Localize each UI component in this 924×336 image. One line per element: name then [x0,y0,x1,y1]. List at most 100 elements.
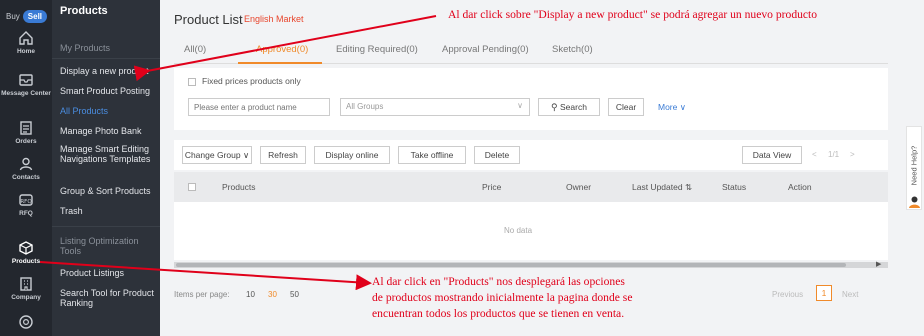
orders-icon [20,121,32,135]
fixed-price-label: Fixed prices products only [202,76,301,86]
rail-label-rfq: RFQ [19,210,33,217]
next-page-icon[interactable]: > [850,150,855,159]
data-view-button[interactable]: Data View [742,146,802,164]
tab-approval-pending[interactable]: Approval Pending(0) [442,44,529,55]
rail-item-contacts[interactable]: Contacts [0,156,52,181]
column-owner: Owner [566,182,592,192]
submenu-manage-photo-bank[interactable]: Manage Photo Bank [60,126,156,136]
message-icon [19,74,33,86]
company-icon [20,277,32,291]
support-agent-icon [909,196,920,208]
submenu-all-products[interactable]: All Products [60,106,156,116]
groups-select[interactable]: All Groups ∨ [340,98,530,116]
per-page-option-10[interactable]: 10 [246,290,255,299]
filter-panel: Fixed prices products only All Groups ∨ … [174,68,888,130]
column-price: Price [482,182,502,192]
submenu-smart-product-posting[interactable]: Smart Product Posting [60,86,156,96]
annotation-products-line-1: Al dar click en "Products" nos desplegar… [372,275,625,288]
submenu-divider [52,58,160,59]
change-group-button[interactable]: Change Group ∨ [182,146,252,164]
table-body: No data [174,202,888,260]
last-updated-label: Last Updated [632,182,683,192]
submenu-search-tool-ranking[interactable]: Search Tool for Product Ranking [60,288,156,308]
buy-label[interactable]: Buy [6,12,20,21]
column-last-updated[interactable]: Last Updated ⇅ [632,182,692,193]
icon-rail: Buy Sell Home Message Center Orders Cont… [0,0,52,336]
next-page-button[interactable]: Next [842,290,858,299]
more-filters-link[interactable]: More ∨ [658,102,686,113]
tab-sketch[interactable]: Sketch(0) [552,44,593,55]
refresh-button[interactable]: Refresh [260,146,306,164]
submenu-my-products[interactable]: My Products [60,43,156,53]
products-icon [19,241,33,255]
fixed-price-checkbox[interactable] [188,78,196,86]
table-header: Products Price Owner Last Updated ⇅ Stat… [174,172,888,202]
submenu-product-listings[interactable]: Product Listings [60,268,156,278]
sort-icon: ⇅ [684,182,693,192]
prev-page-icon[interactable]: < [812,150,817,159]
contacts-icon [19,157,33,171]
search-icon: ⚲ [551,102,558,112]
annotation-products-line-3: encuentran todos los productos que se ti… [372,307,625,320]
per-page-option-30[interactable]: 30 [268,290,277,299]
tab-approved[interactable]: Approved(0) [256,44,308,55]
buy-sell-switch[interactable]: Buy Sell [6,10,48,23]
chevron-down-icon: ∨ [679,102,686,112]
column-products: Products [222,182,256,192]
scroll-right-icon[interactable]: ▶ [876,260,881,268]
annotation-products-line-2: de productos mostrando inicialmente la p… [372,291,633,304]
product-name-input[interactable] [188,98,330,116]
rail-label-orders: Orders [15,138,37,145]
tab-editing-required[interactable]: Editing Required(0) [336,44,418,55]
rail-item-products[interactable]: Products [0,240,52,265]
display-online-button[interactable]: Display online [314,146,390,164]
rail-item-message-center[interactable]: Message Center [0,72,52,97]
items-per-page-label: Items per page: [174,290,230,299]
previous-page-button[interactable]: Previous [772,290,803,299]
select-all-checkbox[interactable] [188,183,196,191]
need-help-tab[interactable]: Need Help? [906,126,922,210]
rail-item-orders[interactable]: Orders [0,120,52,145]
chevron-down-icon: ∨ [242,150,250,160]
submenu-divider [52,226,160,227]
market-selector[interactable]: English Market [244,14,304,24]
per-page-option-50[interactable]: 50 [290,290,299,299]
horizontal-scrollbar[interactable] [174,262,888,268]
annotation-display-new-product: Al dar click sobre "Display a new produc… [448,8,818,21]
submenu-trash[interactable]: Trash [60,206,156,216]
search-button[interactable]: ⚲ Search [538,98,600,116]
empty-table-message: No data [504,226,533,235]
rail-label-products: Products [11,258,41,265]
current-page-button[interactable]: 1 [816,285,832,301]
submenu-listing-optimization-tools: Listing Optimization Tools [60,236,139,256]
status-tabs: All(0) Approved(0) Editing Required(0) A… [174,38,888,64]
delete-button[interactable]: Delete [474,146,520,164]
rfq-icon: RFQ [19,194,33,206]
rail-item-rfq[interactable]: RFQ RFQ [0,192,52,217]
rail-label-company: Company [11,294,41,301]
submenu-display-new-product[interactable]: Display a new product [60,66,156,76]
clear-button[interactable]: Clear [608,98,644,116]
products-submenu: Products My Products Display a new produ… [52,0,160,336]
rail-label-message-center: Message Center [1,90,51,97]
take-offline-button[interactable]: Take offline [398,146,466,164]
svg-text:RFQ: RFQ [20,199,32,205]
rail-item-more[interactable] [0,314,52,330]
sell-label[interactable]: Sell [22,10,48,23]
change-group-label: Change Group [184,150,241,160]
scrollbar-thumb[interactable] [176,263,846,267]
need-help-label: Need Help? [909,145,919,186]
more-icon [19,315,33,329]
rail-label-home: Home [16,48,36,55]
tab-all[interactable]: All(0) [184,44,206,55]
submenu-group-sort-products[interactable]: Group & Sort Products [60,186,156,196]
submenu-title: Products [60,5,108,17]
home-icon [19,31,33,45]
page-indicator: 1/1 [828,150,840,159]
column-status: Status [722,182,747,192]
column-action: Action [788,182,812,192]
rail-item-home[interactable]: Home [0,30,52,55]
table-toolbar: Change Group ∨ Refresh Display online Ta… [174,140,888,170]
submenu-smart-editing-templates[interactable]: Manage Smart Editing Navigations Templat… [60,144,156,164]
rail-item-company[interactable]: Company [0,276,52,301]
